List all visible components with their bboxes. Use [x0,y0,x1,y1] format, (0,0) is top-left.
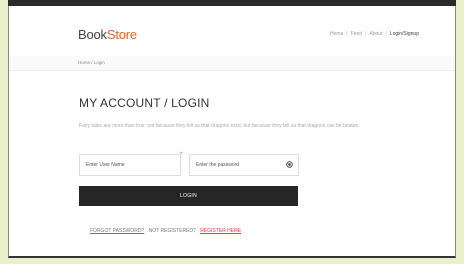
password-input[interactable]: Enter the password [189,154,299,176]
username-input[interactable]: Enter User Name [79,154,181,176]
main-nav: Home | Feed | About | Login/Signup [330,31,419,37]
required-marker: * [180,152,183,158]
logo-text-book: Book [78,27,107,42]
forgot-password-link[interactable]: FORGOT PASSWORD? [90,228,144,234]
nav-about[interactable]: About [369,31,382,37]
app-window: BookStore Home | Feed | About | Login/Si… [8,6,456,258]
logo-text-store: Store [106,27,137,42]
site-logo[interactable]: BookStore [78,27,137,42]
nav-separator: | [346,31,348,37]
account-links: FORGOT PASSWORD? NOT REGISTERED? REGISTE… [90,228,241,234]
nav-home[interactable]: Home [330,31,343,37]
nav-feed[interactable]: Feed [351,31,362,37]
login-button[interactable]: LOGIN [79,186,298,206]
page-title: MY ACCOUNT / LOGIN [79,96,210,110]
register-link[interactable]: REGISTER HERE [200,228,241,234]
page-subtitle: Fairy tales are more than true: not beca… [79,123,360,129]
show-password-icon[interactable] [286,161,293,168]
not-registered-text: NOT REGISTERED? [148,228,196,234]
site-header: BookStore Home | Feed | About | Login/Si… [9,6,455,57]
breadcrumb-bar: Home / Login [9,56,455,71]
nav-separator: | [385,31,387,37]
nav-login-signup[interactable]: Login/Signup [390,31,419,37]
breadcrumb: Home / Login [78,60,105,65]
nav-separator: | [365,31,367,37]
